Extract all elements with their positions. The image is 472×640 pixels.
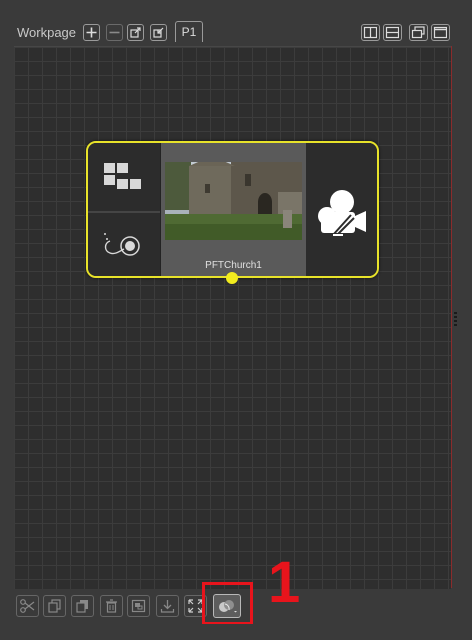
media-in-node[interactable]: PFTChurch1 [86,141,379,278]
split-vertical-button[interactable] [361,24,380,41]
float-window-icon [411,26,425,39]
scissors-icon [20,599,35,613]
import-page-button[interactable] [150,24,167,41]
node-label: PFTChurch1 [205,260,262,271]
church-image [165,162,302,240]
callout-number: 1 [268,550,301,615]
node-thumbnail-panel: PFTChurch1 [161,143,306,276]
import-button[interactable] [156,595,179,617]
minus-icon [109,31,120,34]
maximize-icon [433,26,447,39]
node-mask-area[interactable] [88,213,160,276]
copy-button[interactable] [43,595,66,617]
mask-target-icon [104,233,140,256]
float-window-button[interactable] [409,24,428,41]
plus-icon [86,27,97,38]
workpage-title: Workpage [17,25,77,40]
import-icon [153,27,164,38]
node-graph-canvas[interactable] [14,46,451,589]
group-button[interactable] [127,595,150,617]
canvas-edge-line [451,46,452,588]
node-type-area [306,143,377,276]
export-page-button[interactable] [127,24,144,41]
tab-p1[interactable]: P1 [175,21,203,42]
download-icon [160,600,175,613]
split-horizontal-icon [385,26,399,39]
panel-resize-grip[interactable] [454,312,457,326]
node-tools-area[interactable] [88,143,160,213]
duplicate-button[interactable] [71,595,94,617]
export-icon [130,27,141,38]
split-horizontal-button[interactable] [383,24,402,41]
callout-highlight-box [202,582,253,625]
split-vertical-icon [363,26,377,39]
node-output-pin[interactable] [226,272,238,284]
add-page-button[interactable] [83,24,100,41]
trash-icon [106,599,117,613]
duplicate-icon [76,600,88,613]
church-thumbnail [165,162,302,240]
bottom-panel-edge [0,624,472,640]
copy-icon [48,599,61,613]
grid-squares-icon [104,163,141,189]
node-left-column [88,143,161,276]
remove-page-button[interactable] [106,24,123,41]
delete-button[interactable] [100,595,123,617]
workpage-header: Workpage P1 [0,18,472,48]
cut-button[interactable] [16,595,39,617]
group-icon [131,599,146,613]
video-camera-icon [318,190,366,236]
maximize-window-button[interactable] [431,24,450,41]
